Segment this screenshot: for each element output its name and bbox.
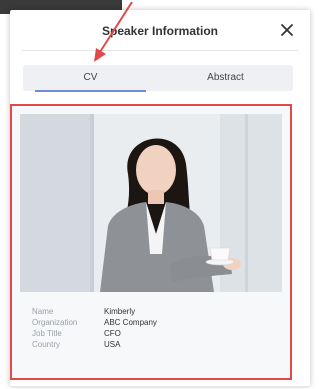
detail-row-organization: Organization ABC Company xyxy=(32,317,272,328)
tab-cv[interactable]: CV xyxy=(23,65,158,92)
name-value: Kimberly xyxy=(104,307,136,316)
job-title-value: CFO xyxy=(104,329,121,338)
header-divider xyxy=(22,50,298,51)
detail-row-job-title: Job Title CFO xyxy=(32,328,272,339)
speaker-details: Name Kimberly Organization ABC Company J… xyxy=(32,306,272,350)
close-icon xyxy=(281,24,293,36)
tab-bar: CV Abstract xyxy=(23,65,293,92)
speaker-photo-illustration xyxy=(20,114,282,292)
country-value: USA xyxy=(104,340,121,349)
detail-row-name: Name Kimberly xyxy=(32,306,272,317)
speaker-cv-card: Name Kimberly Organization ABC Company J… xyxy=(10,104,292,380)
modal-header: Speaker Information xyxy=(10,10,310,50)
organization-value: ABC Company xyxy=(104,318,157,327)
tab-abstract[interactable]: Abstract xyxy=(158,65,293,91)
modal-title: Speaker Information xyxy=(101,24,219,38)
name-label: Name xyxy=(32,307,54,316)
job-title-label: Job Title xyxy=(32,329,62,338)
speaker-photo xyxy=(20,114,282,292)
speaker-info-modal: Speaker Information CV Abstract Name Kim… xyxy=(10,10,310,386)
country-label: Country xyxy=(32,340,61,349)
organization-label: Organization xyxy=(32,318,78,327)
detail-row-country: Country USA xyxy=(32,339,272,350)
close-button[interactable] xyxy=(280,23,294,37)
